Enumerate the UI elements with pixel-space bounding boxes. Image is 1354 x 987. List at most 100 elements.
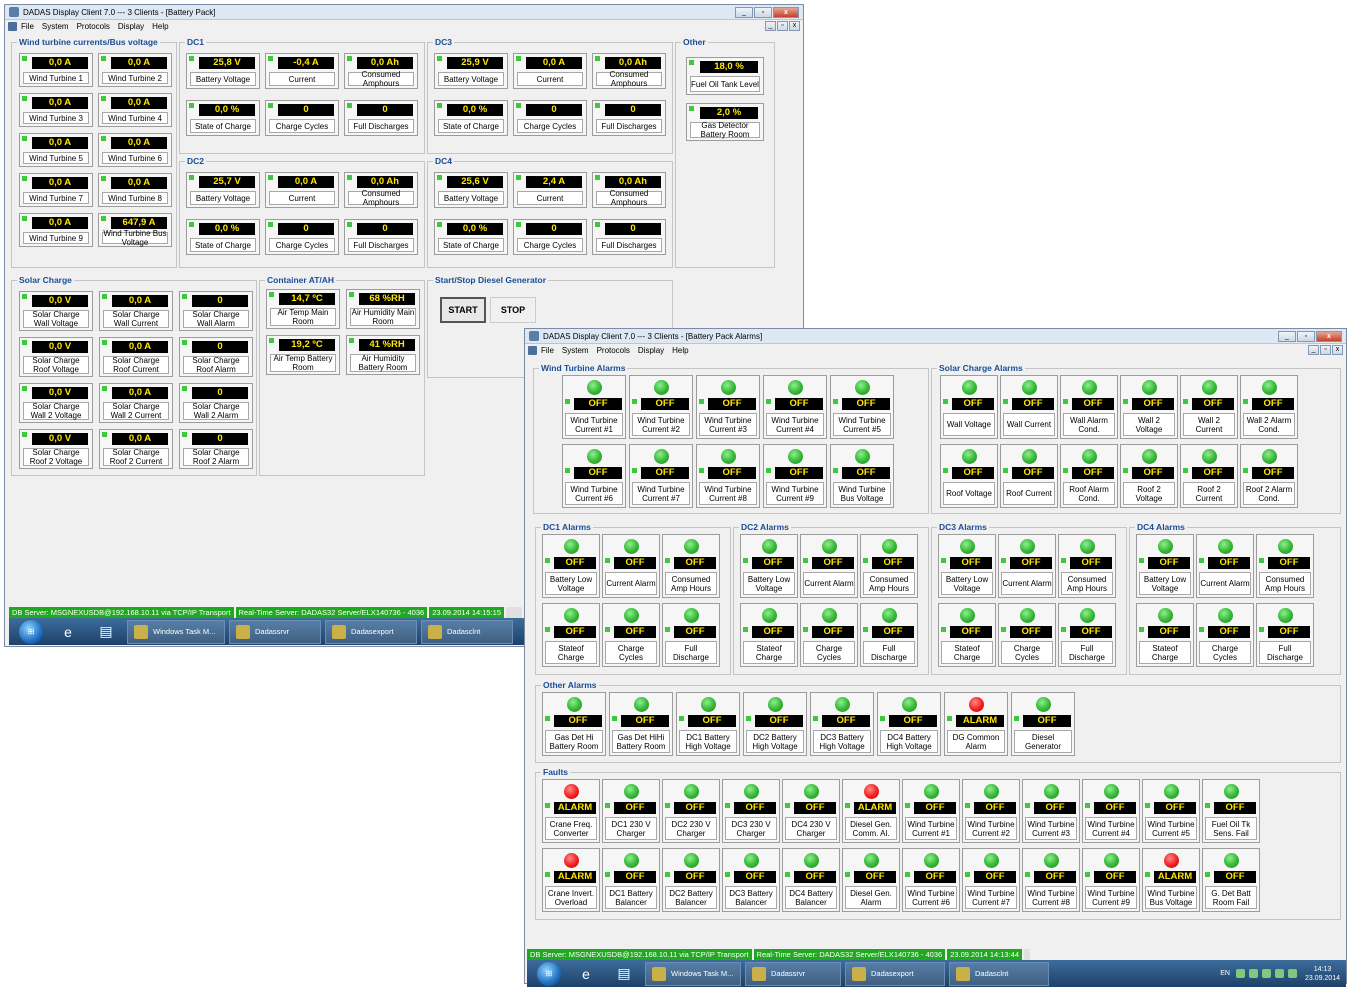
alarm-label: Wind Turbine Current #5 — [833, 413, 891, 436]
value-cell: 0,0 V Solar Charge Wall 2 Voltage — [19, 383, 93, 423]
alarm-label: DC3 Battery High Voltage — [813, 730, 871, 753]
menu-file[interactable]: File — [541, 346, 554, 355]
mdi-minimize-button[interactable]: _ — [1308, 345, 1319, 355]
mdi-close-button[interactable]: x — [1332, 345, 1343, 355]
ok-green-led-icon — [1202, 380, 1217, 395]
stop-button[interactable]: STOP — [490, 297, 536, 323]
minimize-button[interactable]: _ — [1278, 330, 1296, 342]
maximize-button[interactable]: ▫ — [754, 6, 772, 18]
mdi-close-button[interactable]: x — [789, 21, 800, 31]
alarm-state-display: OFF — [1010, 557, 1052, 569]
status-indicator — [612, 716, 617, 721]
ok-green-led-icon — [624, 853, 639, 868]
value-label: Air Humidity Battery Room — [350, 354, 416, 372]
status-rt-server: Real-Time Server: DADAS32 Server/ELX1407… — [235, 607, 428, 618]
close-button[interactable]: x — [1316, 330, 1342, 342]
volume-icon[interactable] — [1274, 969, 1284, 978]
alarm-label: Wind Turbine Current #9 — [1085, 886, 1137, 909]
value-label: Solar Charge Roof Voltage — [23, 356, 89, 374]
group-dc4-alarms: DC4 Alarms OFF Battery Low Voltage OFF Curre… — [1129, 522, 1341, 675]
taskbar-item-dadasexport[interactable]: Dadasexport — [325, 619, 417, 644]
group-title: DC2 Alarms — [739, 522, 791, 532]
ok-green-led-icon — [1278, 539, 1293, 554]
value-cell: -0,4 A Current — [265, 53, 339, 89]
menu-system[interactable]: System — [42, 22, 69, 31]
dadasexport-icon — [852, 966, 866, 981]
minimize-button[interactable]: _ — [735, 6, 753, 18]
folder-icon[interactable]: ▤ — [89, 620, 123, 644]
status-indicator — [743, 558, 748, 563]
value-cell: 647,9 A Wind Turbine Bus Voltage — [98, 213, 172, 247]
ok-green-led-icon — [855, 449, 870, 464]
alarm-cell: OFF DC1 Battery High Voltage — [676, 692, 740, 756]
alarm-cell: OFF Wall Current — [1000, 375, 1058, 439]
status-indicator — [803, 558, 808, 563]
value-label: Charge Cycles — [517, 238, 583, 252]
status-indicator — [605, 872, 610, 877]
alarm-cell: OFF Wall 2 Alarm Cond. — [1240, 375, 1298, 439]
menu-help[interactable]: Help — [152, 22, 168, 31]
start-orb-icon[interactable]: ⊞ — [19, 619, 43, 644]
taskbar-item-dadasclnt[interactable]: Dadasclnt — [421, 619, 513, 644]
menu-display[interactable]: Display — [638, 346, 664, 355]
folder-icon[interactable]: ▤ — [607, 962, 641, 986]
value-label: State of Charge — [438, 119, 504, 133]
alarm-cell: OFF Wind Turbine Current #3 — [1022, 779, 1080, 843]
alarm-state-display: OFF — [974, 802, 1016, 814]
taskbar-item-dadasexport[interactable]: Dadasexport — [845, 961, 945, 986]
taskbar-item-task-manager[interactable]: Windows Task M... — [127, 619, 225, 644]
taskbar-item-dadassrvr[interactable]: Dadassrvr — [229, 619, 321, 644]
taskbar-item-dadasclnt[interactable]: Dadasclnt — [949, 961, 1049, 986]
ok-green-led-icon — [762, 539, 777, 554]
menu-help[interactable]: Help — [672, 346, 688, 355]
value-cell: 0 Full Discharges — [592, 100, 666, 136]
menu-display[interactable]: Display — [118, 22, 144, 31]
menu-protocols[interactable]: Protocols — [597, 346, 630, 355]
alarm-label: Battery Low Voltage — [941, 572, 993, 595]
value-label: Charge Cycles — [269, 119, 335, 133]
mdi-restore-button[interactable]: ▫ — [1320, 345, 1331, 355]
alarm-cell: OFF DC3 Battery Balancer — [722, 848, 780, 912]
alarm-cell: OFF Wind Turbine Current #6 — [562, 444, 626, 508]
status-indicator — [632, 468, 637, 473]
shield-icon[interactable] — [1248, 969, 1258, 978]
status-indicator — [943, 399, 948, 404]
tray-clock[interactable]: 14:13 23.09.2014 — [1305, 965, 1340, 983]
monitor-icon[interactable] — [1261, 969, 1271, 978]
alarm-state-display: OFF — [1208, 557, 1250, 569]
alarm-label: Roof Alarm Cond. — [1063, 482, 1115, 505]
value-cell: 0,0 Ah Consumed Amphours — [592, 172, 666, 208]
battery-pack-alarms-window[interactable]: DADAS Display Client 7.0 --- 3 Clients -… — [524, 328, 1347, 987]
start-orb-icon[interactable]: ⊞ — [537, 961, 561, 986]
status-indicator — [516, 56, 521, 61]
maximize-button[interactable]: ▫ — [1297, 330, 1315, 342]
mdi-restore-button[interactable]: ▫ — [777, 21, 788, 31]
internet-explorer-icon[interactable]: e — [569, 962, 603, 986]
alarm-label: Consumed Amp Hours — [863, 572, 915, 595]
menu-file[interactable]: File — [21, 22, 34, 31]
network-icon[interactable] — [1235, 969, 1245, 978]
value-display: 0,0 A — [112, 433, 168, 445]
flag-icon[interactable] — [1287, 969, 1297, 978]
mdi-minimize-button[interactable]: _ — [765, 21, 776, 31]
clock-date: 23.09.2014 — [1304, 974, 1340, 982]
internet-explorer-icon[interactable]: e — [51, 620, 85, 644]
group-other-alarms: Other Alarms OFF Gas Det Hi Battery Room OF… — [535, 680, 1341, 763]
close-button[interactable]: x — [773, 6, 799, 18]
status-indicator — [1025, 872, 1030, 877]
document-icon[interactable] — [8, 21, 17, 31]
start-button[interactable]: START — [440, 297, 486, 323]
alarm-state-display: OFF — [621, 715, 669, 727]
language-indicator[interactable]: EN — [1220, 970, 1230, 977]
group-dc3-alarms: DC3 Alarms OFF Battery Low Voltage OFF Curre… — [931, 522, 1127, 675]
alarm-cell: OFF Wind Turbine Current #4 — [1082, 779, 1140, 843]
value-label: Charge Cycles — [517, 119, 583, 133]
value-label: Solar Charge Wall 2 Current — [103, 402, 169, 420]
taskbar-item-dadassrvr[interactable]: Dadassrvr — [745, 961, 841, 986]
menu-protocols[interactable]: Protocols — [77, 22, 110, 31]
document-icon[interactable] — [528, 345, 537, 355]
taskbar-item-task-manager[interactable]: Windows Task M... — [645, 961, 741, 986]
menu-system[interactable]: System — [562, 346, 589, 355]
alarm-cell: OFF Stateof Charge — [1136, 603, 1194, 667]
value-label: Consumed Amphours — [596, 189, 662, 207]
